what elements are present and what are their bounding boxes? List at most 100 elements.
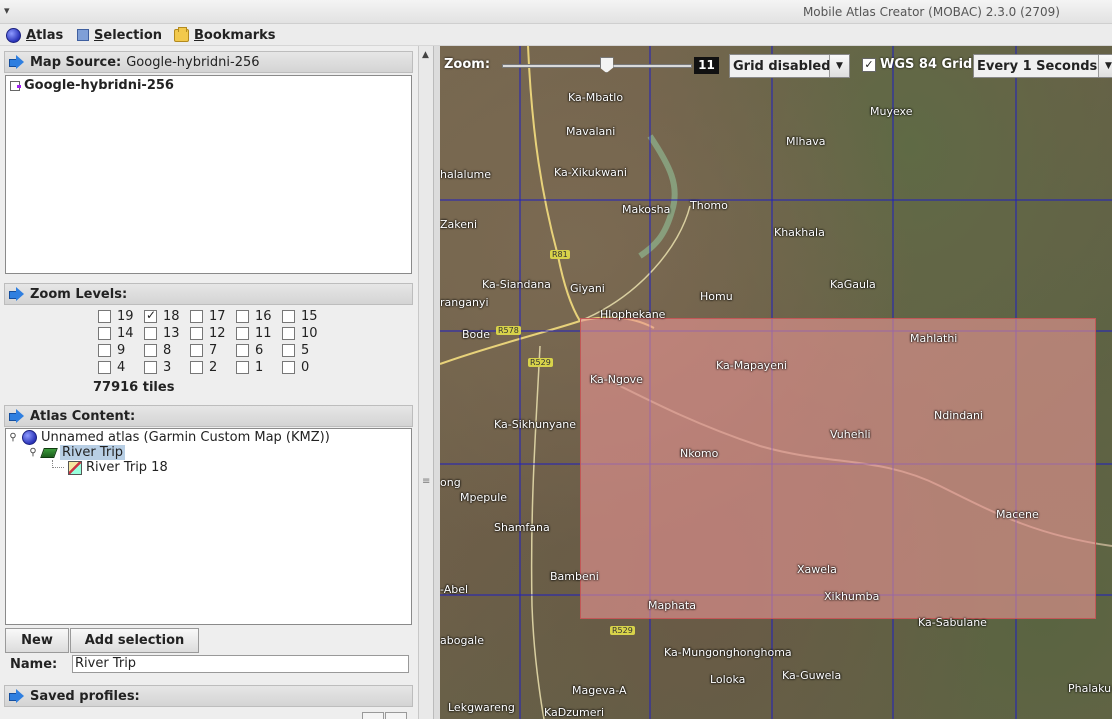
zoom-level-5[interactable]: 5	[282, 343, 309, 358]
zoom-level-1[interactable]: 1	[236, 360, 263, 375]
zoom-level-4[interactable]: 4	[98, 360, 125, 375]
place-label: Ka-Guwela	[782, 669, 842, 682]
place-label: Mahlathi	[910, 332, 958, 345]
zoom-level-18[interactable]: 18	[144, 308, 180, 324]
zoom-level-11[interactable]: 11	[236, 326, 272, 341]
zoom-level-checkbox[interactable]	[282, 327, 295, 340]
atlas-node[interactable]: ⚲ Unnamed atlas (Garmin Custom Map (KMZ)…	[8, 430, 330, 445]
globe-icon	[6, 27, 21, 43]
zoom-level-15[interactable]: 15	[282, 309, 318, 324]
layer-icon	[40, 447, 58, 458]
zoom-level-label: 9	[117, 343, 126, 358]
place-label: Ka-Siandana	[482, 278, 551, 291]
zoom-level-checkbox[interactable]	[190, 344, 203, 357]
map-view[interactable]: Ka-Mbatlo Muyexe Mavalani Mlhava Ka-Xikukwan…	[440, 46, 1112, 719]
zoom-level-0[interactable]: 0	[282, 360, 309, 375]
zoom-level-checkbox[interactable]	[98, 310, 111, 323]
tree-node-icon	[10, 80, 21, 91]
tree-expand-icon[interactable]: ⚲	[28, 447, 38, 458]
chevron-down-icon[interactable]: ▼	[829, 55, 849, 77]
zoom-level-14[interactable]: 14	[98, 326, 134, 341]
add-selection-button[interactable]: Add selection	[70, 628, 199, 653]
map-source-list[interactable]: Google-hybridni-256	[5, 75, 412, 274]
zoom-level-19[interactable]: 19	[98, 309, 134, 324]
panel-splitter[interactable]: ▲ ≡	[418, 46, 440, 719]
zoom-level-checkbox[interactable]	[282, 344, 295, 357]
zoom-level-checkbox[interactable]	[236, 310, 249, 323]
zoom-level-12[interactable]: 12	[190, 326, 226, 341]
zoom-level-checkbox[interactable]	[98, 327, 111, 340]
zoom-level-8[interactable]: 8	[144, 343, 171, 358]
place-label: -Abel	[440, 583, 469, 596]
atlas-content-header[interactable]: Atlas Content:	[4, 405, 413, 427]
menu-atlas[interactable]: Atlas	[6, 26, 63, 44]
layer-node[interactable]: ⚲ River Trip	[28, 445, 126, 460]
grid-select[interactable]: Grid disabled ▼	[729, 54, 850, 78]
zoom-slider[interactable]	[502, 64, 692, 68]
zoom-level-label: 8	[163, 343, 172, 358]
menu-bookmarks-label: Bookmarks	[194, 27, 276, 43]
atlas-tree[interactable]: ⚲ Unnamed atlas (Garmin Custom Map (KMZ)…	[5, 428, 412, 625]
profile-delete-button[interactable]	[385, 712, 407, 719]
zoom-level-checkbox[interactable]	[282, 361, 295, 374]
zoom-level-checkbox[interactable]	[236, 327, 249, 340]
zoom-level-13[interactable]: 13	[144, 326, 180, 341]
zoom-level-checkbox[interactable]	[190, 310, 203, 323]
tree-expand-icon[interactable]: ⚲	[8, 432, 18, 443]
place-label: Makosha	[622, 203, 671, 216]
zoom-level-checkbox[interactable]	[144, 308, 157, 323]
grid-interval-select[interactable]: Every 1 Seconds ▼	[973, 54, 1112, 78]
new-button[interactable]: New	[5, 628, 69, 653]
chevron-down-icon[interactable]: ▼	[1098, 55, 1112, 77]
left-panel-scrollbar[interactable]	[433, 46, 440, 719]
saved-profiles-header-label: Saved profiles:	[30, 688, 140, 704]
map-source-header[interactable]: Map Source: Google-hybridni-256	[4, 51, 413, 73]
zoom-level-6[interactable]: 6	[236, 343, 263, 358]
map-node[interactable]: River Trip 18	[52, 459, 168, 475]
zoom-level-3[interactable]: 3	[144, 360, 171, 375]
zoom-level-checkbox[interactable]	[98, 344, 111, 357]
zoom-level-checkbox[interactable]	[236, 344, 249, 357]
wgs-grid-checkbox[interactable]: ✓	[862, 58, 876, 72]
window-menu-icon[interactable]: ▾	[4, 4, 10, 17]
place-label: KaDzumeri	[544, 706, 605, 719]
zoom-level-checkbox[interactable]	[236, 361, 249, 374]
selection-rectangle[interactable]	[580, 318, 1096, 619]
zoom-level-9[interactable]: 9	[98, 343, 125, 358]
splitter-grip-icon[interactable]: ≡	[422, 476, 430, 487]
zoom-levels-header[interactable]: Zoom Levels:	[4, 283, 413, 305]
zoom-level-checkbox[interactable]	[98, 361, 111, 374]
zoom-level-label: 2	[209, 360, 218, 375]
profile-select[interactable]	[362, 712, 384, 719]
place-label: Vuhehli	[830, 428, 871, 441]
name-input[interactable]: River Trip	[72, 655, 409, 673]
zoom-level-2[interactable]: 2	[190, 360, 217, 375]
place-label: Xawela	[797, 563, 837, 576]
place-label: KaGaula	[830, 278, 876, 291]
zoom-level-checkbox[interactable]	[144, 361, 157, 374]
zoom-level-7[interactable]: 7	[190, 343, 217, 358]
scroll-up-icon[interactable]: ▲	[422, 50, 429, 60]
menu-selection[interactable]: Selection	[77, 26, 162, 44]
zoom-level-17[interactable]: 17	[190, 309, 226, 324]
zoom-level-label: 3	[163, 360, 172, 375]
zoom-level-checkbox[interactable]	[190, 327, 203, 340]
place-label: Ka-Xikukwani	[554, 166, 627, 179]
map-source-item[interactable]: Google-hybridni-256	[10, 78, 174, 93]
place-label: Zakeni	[440, 218, 478, 231]
zoom-level-checkbox[interactable]	[282, 310, 295, 323]
zoom-level-checkbox[interactable]	[144, 344, 157, 357]
place-label: Mavalani	[566, 125, 616, 138]
layer-node-label: River Trip	[60, 445, 126, 460]
left-panel: Map Source: Google-hybridni-256 Google-h…	[0, 46, 418, 719]
zoom-level-10[interactable]: 10	[282, 326, 318, 341]
zoom-level-16[interactable]: 16	[236, 309, 272, 324]
zoom-level-checkbox[interactable]	[144, 327, 157, 340]
saved-profiles-header[interactable]: Saved profiles:	[4, 685, 413, 707]
place-label: Macene	[996, 508, 1039, 521]
place-label: Muyexe	[870, 105, 913, 118]
road-shield: R578	[496, 326, 521, 335]
zoom-level-checkbox[interactable]	[190, 361, 203, 374]
bookmark-icon	[174, 26, 189, 42]
menu-bookmarks[interactable]: Bookmarks	[174, 26, 276, 44]
